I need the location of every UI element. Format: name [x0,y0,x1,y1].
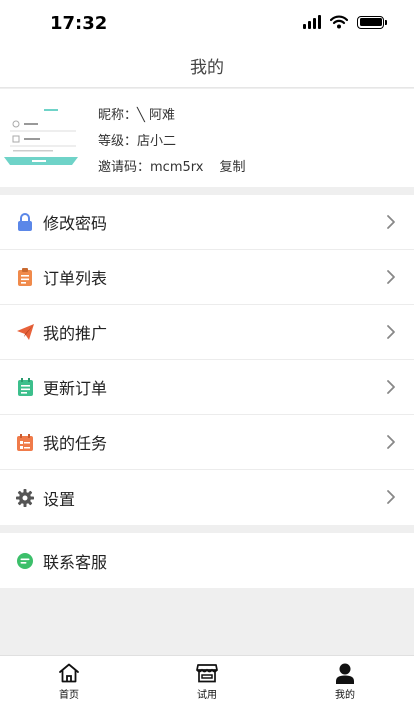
gear-icon [16,488,34,507]
status-bar: 17:32 [0,0,414,48]
level-label: 等级： [98,134,138,149]
chevron-right-icon [387,325,395,339]
menu-label: 更新订单 [43,379,108,398]
signal-icon [303,15,321,29]
menu-item-order-list[interactable]: 订单列表 [0,250,414,305]
profile-card: 昵称： ╲ 阿难 等级： 店小二 邀请码： mcm5rx 复制 [0,89,414,187]
menu-label: 联系客服 [43,552,108,572]
status-time: 17:32 [50,13,108,34]
tab-label: 我的 [335,690,355,701]
task-calendar-icon [16,433,34,451]
menu-item-contact-service[interactable]: 联系客服 [0,533,414,588]
menu-item-my-promotion[interactable]: 我的推广 [0,305,414,360]
wifi-icon [330,15,348,29]
clipboard-icon [16,268,34,286]
menu-list: 修改密码 订单列表 我的推广 更新订单 我的任务 设置 [0,195,414,525]
menu-item-settings[interactable]: 设置 [0,470,414,525]
chevron-right-icon [387,490,395,504]
store-icon [196,662,218,684]
menu-item-my-tasks[interactable]: 我的任务 [0,415,414,470]
copy-button[interactable]: 复制 [219,155,245,181]
tab-trial[interactable]: 试用 [138,656,276,703]
level-value: 店小二 [137,134,177,149]
invite-code: mcm5rx [150,160,204,175]
invite-label: 邀请码： [98,160,151,175]
tab-bar: 首页 试用 我的 [0,655,414,703]
menu-item-update-order[interactable]: 更新订单 [0,360,414,415]
level-row: 等级： 店小二 [98,129,245,155]
service-group: 联系客服 [0,533,414,588]
home-icon [58,662,80,684]
invite-row: 邀请码： mcm5rx 复制 [98,155,245,181]
nickname-label: 昵称： [98,108,138,123]
nickname-row: 昵称： ╲ 阿难 [98,103,245,129]
chevron-right-icon [387,380,395,394]
menu-label: 我的推广 [43,324,108,343]
paper-plane-icon [16,323,34,341]
person-icon [335,662,355,684]
tab-label: 试用 [197,690,217,701]
chevron-right-icon [387,270,395,284]
lock-icon [16,213,34,231]
avatar[interactable] [0,101,80,167]
chevron-right-icon [387,215,395,229]
tab-label: 首页 [59,690,79,701]
menu-label: 设置 [43,489,76,509]
nickname-value: ╲ 阿难 [137,108,175,123]
menu-label: 我的任务 [43,434,108,453]
status-icons [303,15,387,29]
menu-item-change-password[interactable]: 修改密码 [0,195,414,250]
profile-info: 昵称： ╲ 阿难 等级： 店小二 邀请码： mcm5rx 复制 [98,103,245,181]
menu-label: 修改密码 [43,214,108,233]
menu-label: 订单列表 [43,269,108,288]
nav-bar: 我的 [0,48,414,88]
page-title: 我的 [190,58,224,78]
chat-icon [16,552,34,570]
tab-mine[interactable]: 我的 [276,656,414,703]
battery-icon [357,15,387,29]
chevron-right-icon [387,435,395,449]
notepad-icon [16,378,34,396]
tab-home[interactable]: 首页 [0,656,138,703]
